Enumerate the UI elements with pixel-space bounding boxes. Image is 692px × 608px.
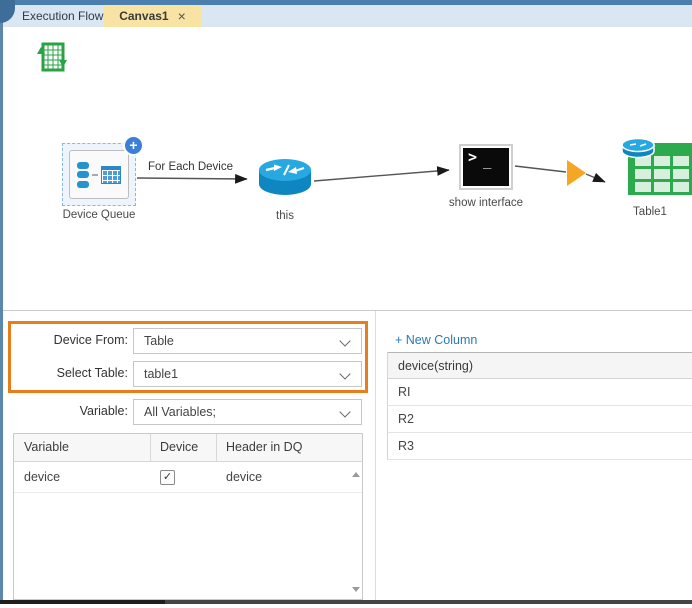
variable-select[interactable]: All Variables; — [133, 399, 362, 425]
node-label-this: this — [259, 210, 311, 222]
chevron-down-icon — [339, 406, 350, 417]
orange-arrow-icon — [567, 160, 586, 186]
cell-header-in-dq: device — [226, 462, 262, 492]
plus-badge-icon[interactable]: + — [123, 135, 144, 156]
column-header-device-string: device(string) — [388, 352, 692, 379]
select-table-select[interactable]: table1 — [133, 361, 362, 387]
device-from-select[interactable]: Table — [133, 328, 362, 354]
device-table: device(string) RI R2 R3 — [387, 352, 692, 460]
scroll-down-icon[interactable] — [352, 587, 360, 592]
table-row[interactable]: RI — [388, 379, 692, 406]
tab-canvas1[interactable]: Canvas1 × — [104, 5, 201, 27]
device-queue-icon — [69, 150, 129, 199]
node-label-device-queue: Device Queue — [55, 209, 143, 221]
tab-execution-flow[interactable]: Execution Flow — [10, 5, 115, 27]
mini-table-icon — [101, 166, 121, 184]
device-checkbox[interactable]: ✓ — [160, 470, 175, 485]
cell-variable: device — [24, 462, 60, 492]
device-from-label: Device From: — [10, 333, 128, 347]
close-icon[interactable]: × — [178, 9, 186, 23]
new-column-link[interactable]: + New Column — [395, 333, 477, 347]
table-row[interactable]: R2 — [388, 406, 692, 433]
variable-table-header: Variable Device Header in DQ — [14, 434, 362, 462]
variable-table: Variable Device Header in DQ device ✓ de… — [13, 433, 363, 600]
col-header-variable: Variable — [24, 434, 69, 461]
tab-canvas1-label: Canvas1 — [119, 5, 168, 27]
table-row[interactable]: R3 — [388, 433, 692, 460]
mini-router-icon — [622, 139, 654, 158]
chevron-down-icon — [339, 335, 350, 346]
panel-horizontal-divider — [0, 310, 692, 311]
node-device-queue[interactable]: + — [62, 143, 136, 206]
node-label-show-interface: show interface — [440, 197, 532, 209]
table-sync-icon[interactable] — [36, 40, 68, 74]
terminal-icon[interactable]: > _ — [459, 144, 513, 190]
frame-left-border — [0, 5, 3, 600]
edge-label: For Each Device — [148, 161, 233, 173]
router-icon[interactable] — [256, 155, 314, 199]
frame-bottom-border — [0, 600, 692, 604]
table-row[interactable]: device ✓ device — [14, 462, 362, 493]
device-list-icon — [77, 159, 89, 190]
col-header-device: Device — [160, 434, 198, 461]
chevron-down-icon — [339, 368, 350, 379]
scroll-up-icon[interactable] — [352, 472, 360, 477]
panel-vertical-divider[interactable] — [375, 311, 376, 600]
node-label-table1: Table1 — [620, 206, 680, 218]
table1-icon[interactable] — [618, 133, 692, 197]
select-table-label: Select Table: — [10, 366, 128, 380]
variable-label: Variable: — [10, 404, 128, 418]
col-header-header-in-dq: Header in DQ — [226, 434, 302, 461]
